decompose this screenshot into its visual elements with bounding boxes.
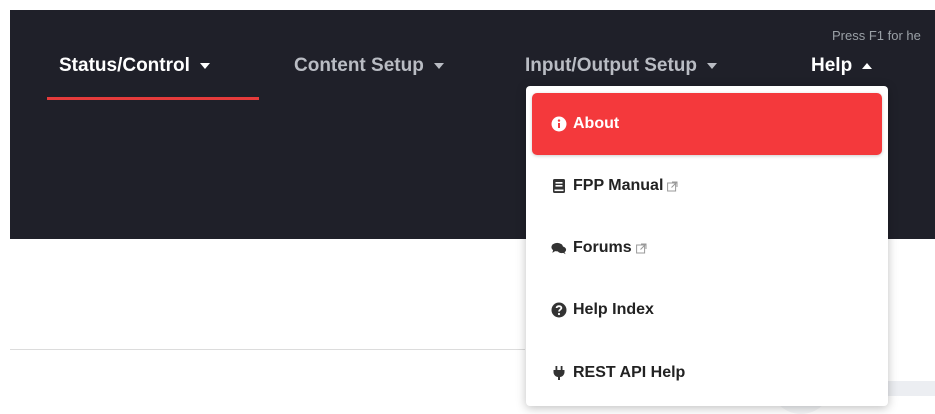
help-menu-item-label: Forums bbox=[573, 239, 632, 256]
help-menu-item-label: REST API Help bbox=[573, 364, 686, 381]
chevron-down-icon bbox=[433, 63, 444, 69]
active-tab-indicator bbox=[47, 97, 259, 100]
chevron-up-icon bbox=[862, 63, 873, 69]
nav-help[interactable]: Help bbox=[811, 55, 873, 77]
nav-status-control-label: Status/Control bbox=[59, 55, 190, 76]
help-menu-item-label: About bbox=[573, 115, 620, 132]
bottom-right-panel-edge bbox=[888, 381, 935, 396]
chevron-down-icon bbox=[707, 63, 718, 69]
help-menu-item-label: Help Index bbox=[573, 301, 654, 318]
external-link-icon bbox=[667, 181, 678, 192]
plug-icon bbox=[551, 365, 567, 381]
help-menu-item-about[interactable]: About bbox=[532, 93, 882, 155]
help-menu-item-fpp-manual[interactable]: FPP Manual bbox=[532, 157, 882, 215]
nav-help-label: Help bbox=[811, 55, 853, 76]
nav-status-control[interactable]: Status/Control bbox=[59, 55, 210, 77]
help-menu-item-rest-api-help[interactable]: REST API Help bbox=[532, 344, 882, 402]
book-icon bbox=[551, 178, 567, 194]
nav-input-output-setup[interactable]: Input/Output Setup bbox=[525, 55, 718, 77]
help-menu-item-help-index[interactable]: Help Index bbox=[532, 281, 882, 339]
nav-input-output-setup-label: Input/Output Setup bbox=[525, 55, 698, 76]
help-menu-item-label: FPP Manual bbox=[573, 177, 664, 194]
comments-icon bbox=[551, 240, 567, 256]
external-link-icon bbox=[635, 243, 647, 254]
chevron-down-icon bbox=[199, 63, 210, 69]
help-hint-text: Press F1 for he bbox=[832, 28, 921, 43]
nav-content-setup-label: Content Setup bbox=[294, 55, 424, 76]
help-menu-item-forums[interactable]: Forums bbox=[532, 219, 882, 277]
help-dropdown-menu: About FPP Manual Forums Help Index REST … bbox=[526, 86, 888, 406]
question-circle-icon bbox=[551, 302, 567, 318]
content-divider bbox=[10, 349, 525, 350]
info-circle-icon bbox=[551, 116, 567, 132]
nav-content-setup[interactable]: Content Setup bbox=[294, 55, 444, 77]
